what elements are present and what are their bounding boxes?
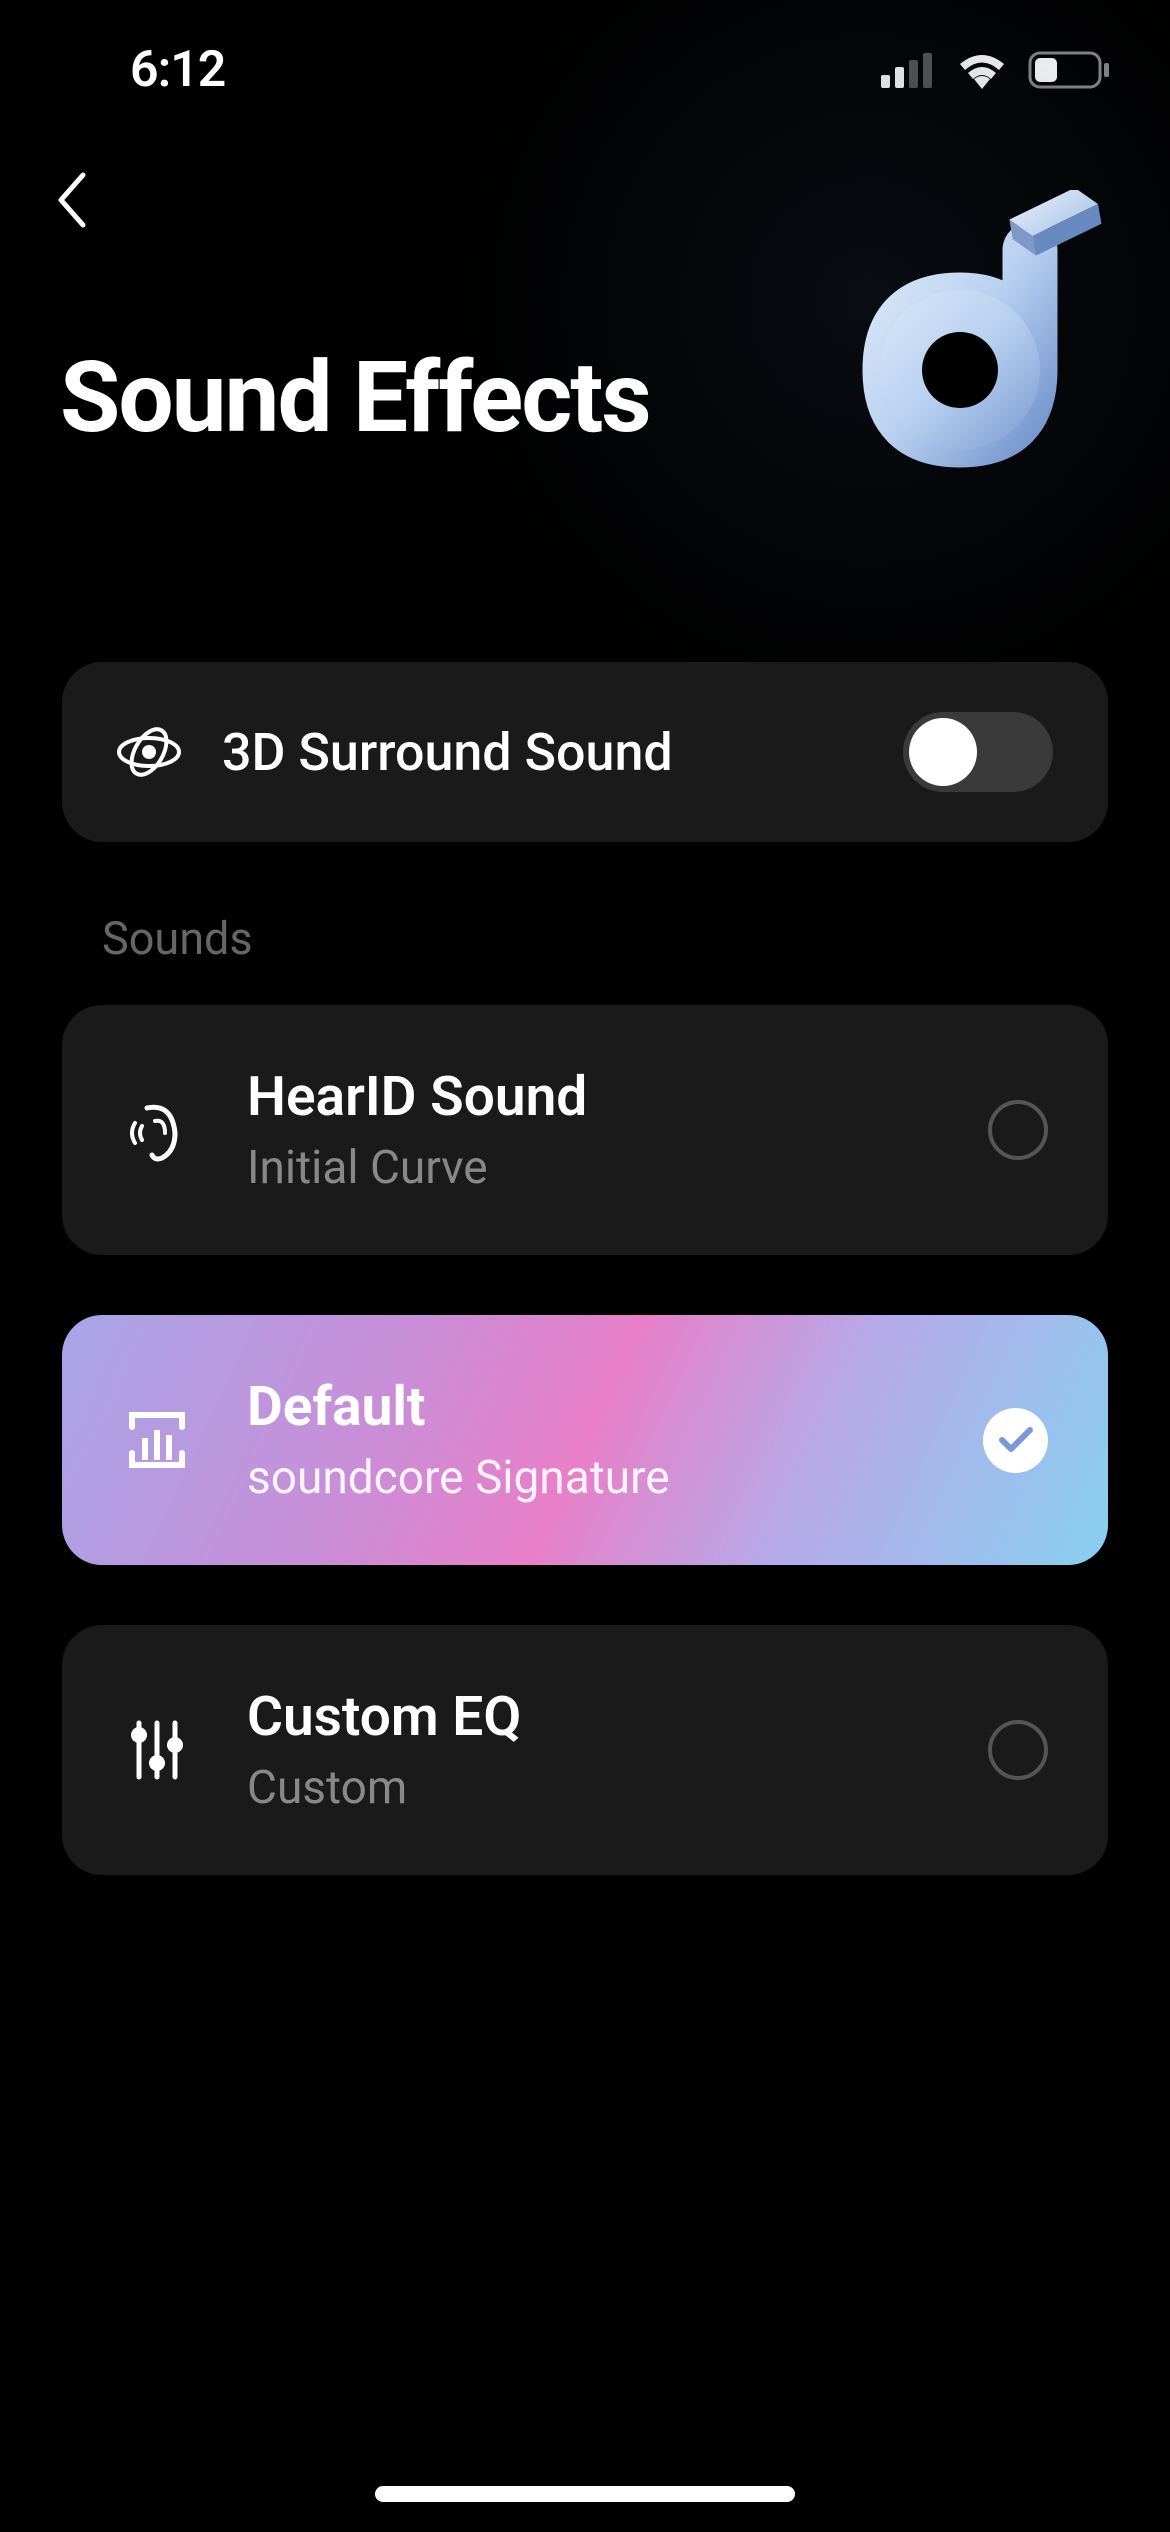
soundcore-logo-icon xyxy=(835,190,1115,470)
sound-option-title: HearID Sound xyxy=(247,1065,933,1129)
page-title: Sound Effects xyxy=(60,340,650,455)
wifi-icon xyxy=(956,51,1008,89)
ear-icon xyxy=(122,1095,192,1165)
surround-sound-icon xyxy=(117,720,182,785)
sound-option-text: Default soundcore Signature xyxy=(247,1375,928,1505)
sound-option-text: HearID Sound Initial Curve xyxy=(247,1065,933,1195)
sound-option-text: Custom EQ Custom xyxy=(247,1685,933,1815)
status-icons xyxy=(881,51,1110,89)
status-bar: 6:12 xyxy=(0,0,1170,110)
surround-sound-card: 3D Surround Sound xyxy=(62,662,1108,842)
sound-option-default[interactable]: Default soundcore Signature xyxy=(62,1315,1108,1565)
home-indicator[interactable] xyxy=(375,2486,795,2502)
chevron-left-icon xyxy=(53,170,88,230)
sliders-icon xyxy=(122,1715,192,1785)
toggle-knob xyxy=(909,718,977,786)
radio-unselected-icon xyxy=(988,1720,1048,1780)
sound-option-title: Default xyxy=(247,1375,928,1439)
surround-sound-toggle[interactable] xyxy=(903,712,1053,792)
content-area: 3D Surround Sound Sounds HearID Sound In… xyxy=(62,662,1108,1935)
radio-unselected-icon xyxy=(988,1100,1048,1160)
check-selected-icon xyxy=(983,1408,1048,1473)
sound-option-subtitle: Initial Curve xyxy=(247,1141,933,1195)
sound-option-custom-eq[interactable]: Custom EQ Custom xyxy=(62,1625,1108,1875)
cellular-signal-icon xyxy=(881,53,936,88)
sound-option-title: Custom EQ xyxy=(247,1685,933,1749)
back-button[interactable] xyxy=(40,170,100,230)
sounds-section-header: Sounds xyxy=(102,912,1108,965)
sound-option-subtitle: Custom xyxy=(247,1761,933,1815)
sound-option-subtitle: soundcore Signature xyxy=(247,1451,928,1505)
sound-option-hearid[interactable]: HearID Sound Initial Curve xyxy=(62,1005,1108,1255)
battery-icon xyxy=(1028,51,1110,89)
status-time: 6:12 xyxy=(130,41,225,99)
equalizer-preset-icon xyxy=(122,1405,192,1475)
surround-sound-label: 3D Surround Sound xyxy=(222,722,863,783)
